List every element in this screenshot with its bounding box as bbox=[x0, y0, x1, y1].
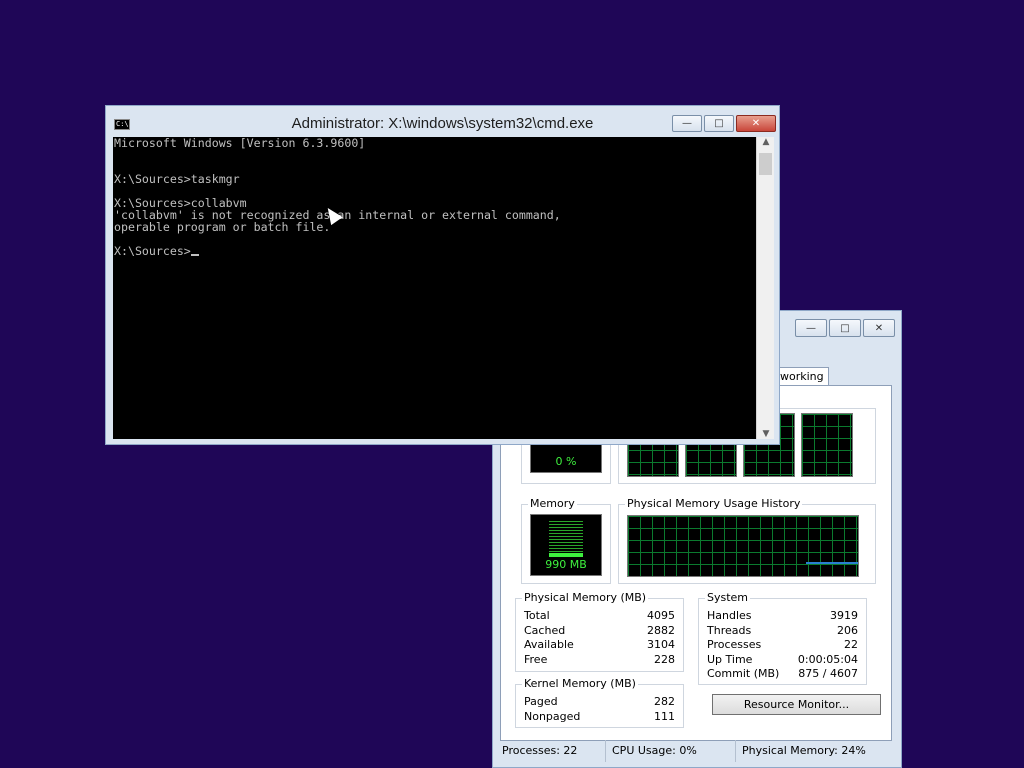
list-item: Up Time 0:00:05:04 bbox=[707, 653, 858, 668]
stat-name: Commit (MB) bbox=[707, 667, 780, 680]
cpu-history-graph-4 bbox=[801, 413, 853, 477]
list-item: Cached 2882 bbox=[524, 624, 675, 639]
memory-label: Memory bbox=[528, 497, 577, 510]
memory-meter-fill bbox=[549, 553, 583, 557]
stat-value: 875 / 4607 bbox=[798, 667, 858, 680]
stat-value: 4095 bbox=[647, 609, 675, 622]
minimize-button[interactable]: — bbox=[672, 115, 702, 132]
cmd-titlebar[interactable]: C:\ Administrator: X:\windows\system32\c… bbox=[106, 106, 779, 138]
memory-history-graph bbox=[627, 515, 859, 577]
list-item: Commit (MB) 875 / 4607 bbox=[707, 667, 858, 682]
stat-value: 22 bbox=[844, 638, 858, 651]
stat-name: Threads bbox=[707, 624, 752, 637]
status-physical-memory: Physical Memory: 24% bbox=[742, 744, 866, 757]
cpu-meter-value: 0 % bbox=[555, 455, 577, 468]
stat-value: 0:00:05:04 bbox=[797, 653, 858, 666]
stat-name: Handles bbox=[707, 609, 752, 622]
memory-meter-value: 990 MB bbox=[545, 558, 587, 571]
maximize-icon: □ bbox=[714, 118, 724, 129]
memory-history-label: Physical Memory Usage History bbox=[625, 497, 803, 510]
list-item: Total 4095 bbox=[524, 609, 675, 624]
memory-meter: 990 MB bbox=[530, 514, 602, 576]
stat-name: Total bbox=[524, 609, 550, 622]
memory-history-line bbox=[806, 562, 858, 564]
list-item: Threads 206 bbox=[707, 624, 858, 639]
task-manager-window-controls: — □ ✕ bbox=[795, 319, 895, 337]
list-item: Available 3104 bbox=[524, 638, 675, 653]
close-button[interactable]: ✕ bbox=[736, 115, 776, 132]
stat-value: 111 bbox=[654, 710, 675, 723]
kernel-memory-label: Kernel Memory (MB) bbox=[522, 677, 638, 690]
stat-name: Paged bbox=[524, 695, 558, 708]
scroll-down-icon[interactable]: ▼ bbox=[757, 429, 775, 439]
status-cpu-usage: CPU Usage: 0% bbox=[606, 740, 736, 762]
minimize-icon: — bbox=[682, 118, 692, 129]
stat-name: Nonpaged bbox=[524, 710, 581, 723]
scroll-up-icon[interactable]: ▲ bbox=[757, 137, 775, 147]
tab-networking[interactable]: working bbox=[775, 367, 829, 386]
maximize-button[interactable]: □ bbox=[829, 319, 861, 337]
memory-meter-bars bbox=[549, 521, 583, 553]
maximize-icon: □ bbox=[840, 322, 850, 334]
kernel-memory-group: Kernel Memory (MB) Paged 282 Nonpaged 111 bbox=[515, 677, 684, 728]
system-label: System bbox=[705, 591, 751, 604]
stat-value: 228 bbox=[654, 653, 675, 666]
console-line: operable program or batch file. bbox=[114, 220, 331, 234]
stat-value: 2882 bbox=[647, 624, 675, 637]
minimize-icon: — bbox=[806, 322, 816, 334]
console-line: X:\Sources>taskmgr bbox=[114, 172, 240, 186]
stat-value: 206 bbox=[837, 624, 858, 637]
console-output[interactable]: Microsoft Windows [Version 6.3.9600] X:\… bbox=[113, 137, 756, 439]
resource-monitor-button[interactable]: Resource Monitor... bbox=[712, 694, 881, 715]
close-icon: ✕ bbox=[751, 118, 761, 129]
stat-name: Available bbox=[524, 638, 574, 651]
vertical-scrollbar[interactable]: ▲ ▼ bbox=[756, 137, 774, 439]
list-item: Handles 3919 bbox=[707, 609, 858, 624]
minimize-button[interactable]: — bbox=[795, 319, 827, 337]
list-item: Nonpaged 111 bbox=[524, 710, 675, 725]
close-icon: ✕ bbox=[874, 322, 884, 334]
physical-memory-group: Physical Memory (MB) Total 4095 Cached 288… bbox=[515, 591, 684, 672]
cpu-meter: 0 % bbox=[530, 443, 602, 473]
close-button[interactable]: ✕ bbox=[863, 319, 895, 337]
stat-name: Up Time bbox=[707, 653, 753, 666]
stat-value: 3919 bbox=[830, 609, 858, 622]
stat-name: Processes bbox=[707, 638, 762, 651]
stat-name: Free bbox=[524, 653, 548, 666]
physical-memory-label: Physical Memory (MB) bbox=[522, 591, 649, 604]
stat-name: Cached bbox=[524, 624, 566, 637]
scrollbar-thumb[interactable] bbox=[759, 153, 772, 175]
console-prompt: X:\Sources> bbox=[114, 244, 191, 258]
list-item: Processes 22 bbox=[707, 638, 858, 653]
status-processes: Processes: 22 bbox=[500, 740, 606, 762]
memory-history-group: Physical Memory Usage History bbox=[618, 497, 876, 584]
stat-value: 3104 bbox=[647, 638, 675, 651]
system-group: System Handles 3919 Threads 206 Processes 2… bbox=[698, 591, 867, 685]
maximize-button[interactable]: □ bbox=[704, 115, 734, 132]
text-cursor bbox=[190, 254, 199, 256]
list-item: Paged 282 bbox=[524, 695, 675, 710]
stat-value: 282 bbox=[654, 695, 675, 708]
status-bar: Processes: 22 CPU Usage: 0% Physical Mem… bbox=[500, 740, 892, 762]
cmd-window[interactable]: C:\ Administrator: X:\windows\system32\c… bbox=[105, 105, 780, 445]
cmd-window-controls: — □ ✕ bbox=[672, 115, 776, 132]
console-text: Microsoft Windows [Version 6.3.9600] X:\… bbox=[113, 137, 756, 257]
memory-group: Memory 990 MB bbox=[521, 497, 611, 584]
list-item: Free 228 bbox=[524, 653, 675, 668]
console-line: Microsoft Windows [Version 6.3.9600] bbox=[114, 137, 366, 150]
